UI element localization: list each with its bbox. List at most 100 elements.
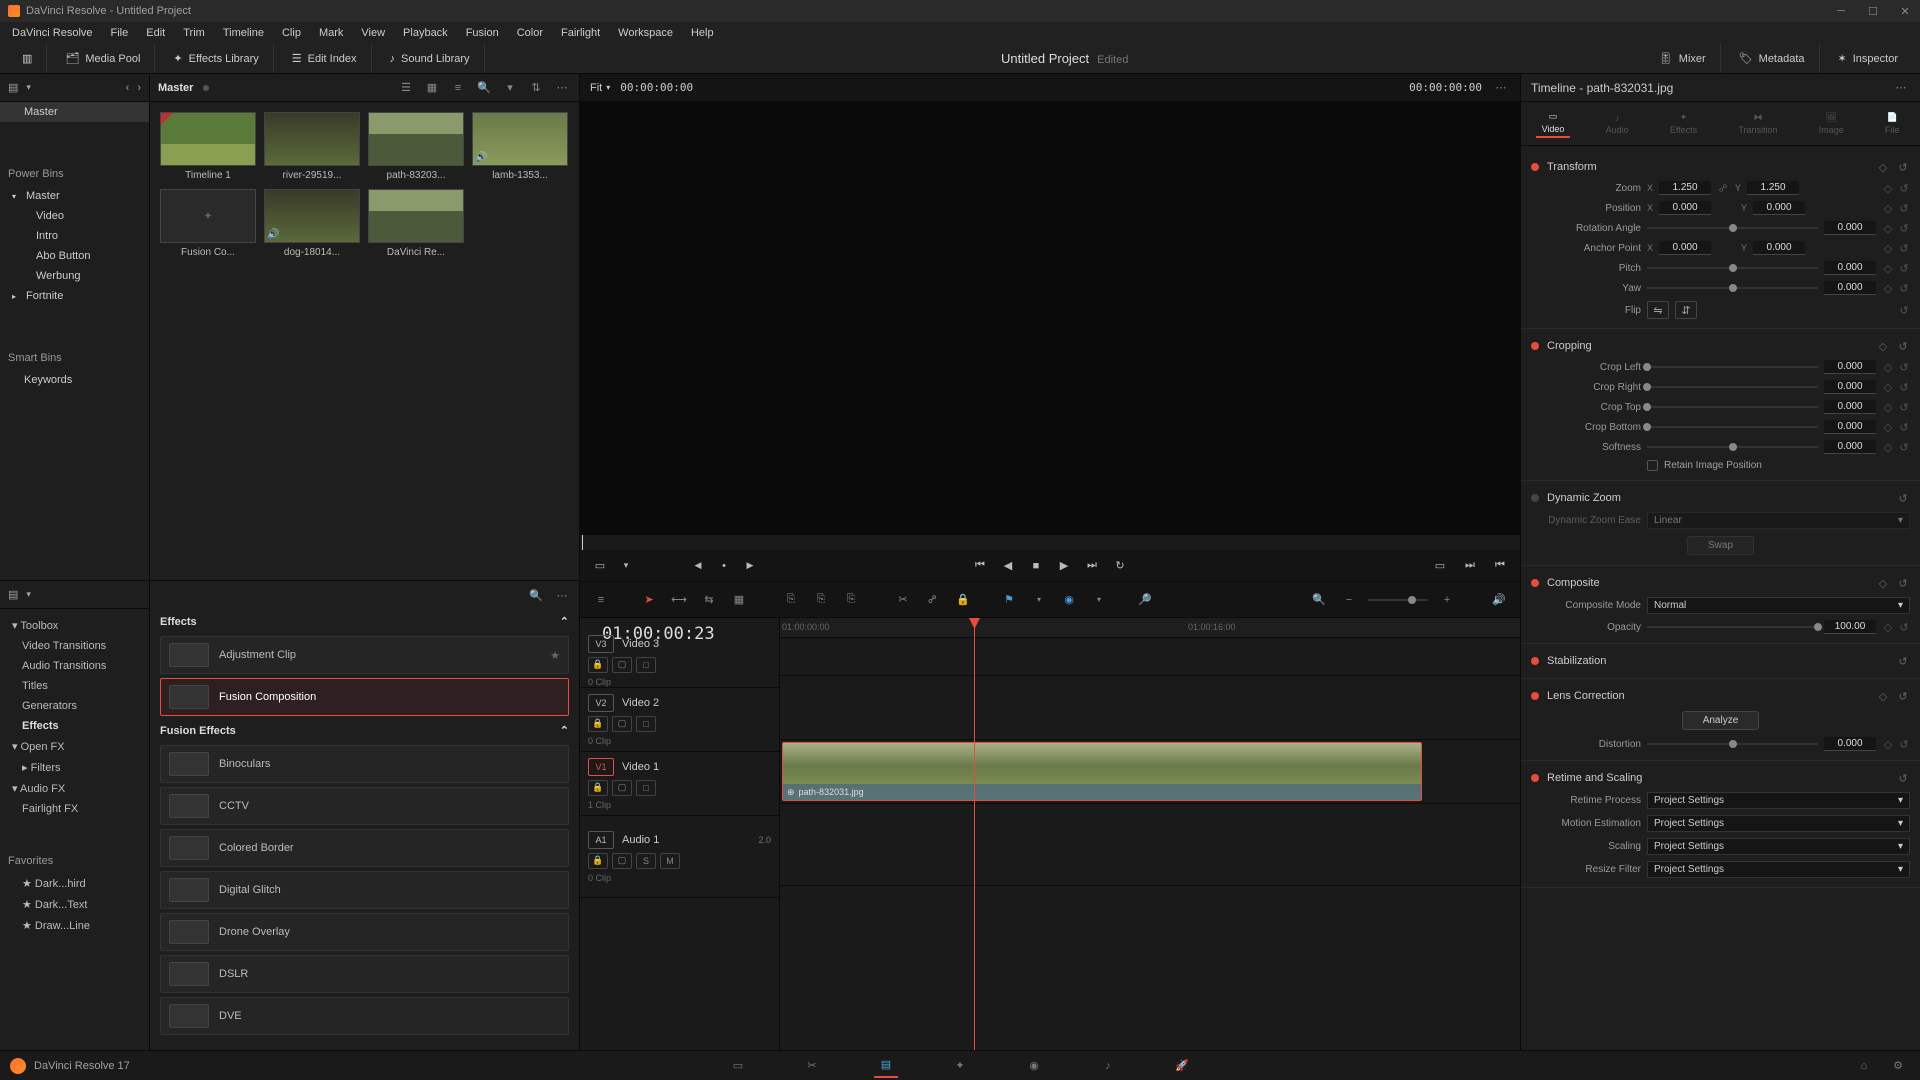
crop-top-value[interactable]: 0.000 (1824, 400, 1876, 414)
crop-left-value[interactable]: 0.000 (1824, 360, 1876, 374)
media-item-davinci[interactable]: DaVinci Re... (368, 189, 464, 258)
effects-library-button[interactable]: ✦Effects Library (169, 50, 262, 67)
scaling-select[interactable]: Project Settings▾ (1647, 838, 1910, 855)
dynamic-trim-icon[interactable]: ⇆ (698, 589, 720, 611)
distortion-value[interactable]: 0.000 (1824, 737, 1876, 751)
media-item-river[interactable]: river-29519... (264, 112, 360, 181)
fx-binoculars[interactable]: Binoculars (160, 745, 569, 783)
fav-1[interactable]: ★ Dark...hird (0, 873, 149, 894)
crop-bottom-value[interactable]: 0.000 (1824, 420, 1876, 434)
enable-dot[interactable] (1531, 342, 1539, 350)
media-item-fusion[interactable]: ✦Fusion Co... (160, 189, 256, 258)
section-transform[interactable]: Transform (1547, 161, 1868, 173)
yaw-slider[interactable] (1647, 287, 1818, 289)
rotation-slider[interactable] (1647, 227, 1818, 229)
tab-file[interactable]: 📄File (1879, 110, 1906, 137)
cut-page-icon[interactable]: ✂ (800, 1054, 824, 1078)
edit-index-button[interactable]: ☰Edit Index (288, 50, 361, 67)
search-icon[interactable]: 🔍 (475, 79, 493, 97)
lock-icon[interactable]: 🔒 (588, 780, 608, 796)
fusion-page-icon[interactable]: ✦ (948, 1054, 972, 1078)
reset-icon[interactable]: ↺ (1898, 381, 1910, 393)
track-badge[interactable]: A1 (588, 831, 614, 849)
chevron-down-icon[interactable]: ▾ (26, 589, 31, 600)
fx-toolbox[interactable]: ▾ Toolbox (0, 615, 149, 636)
stop-icon[interactable]: ■ (1026, 556, 1046, 576)
reset-icon[interactable]: ↺ (1898, 738, 1910, 750)
fx-audio-transitions[interactable]: Audio Transitions (0, 656, 149, 676)
blade-tool-icon[interactable]: ▦ (728, 589, 750, 611)
media-pool-button[interactable]: 🗂Media Pool (61, 50, 144, 67)
fx-adjustment-clip[interactable]: Adjustment Clip★ (160, 636, 569, 674)
sort-icon[interactable]: ⇅ (527, 79, 545, 97)
bin-abo[interactable]: Abo Button (0, 246, 149, 266)
prev-frame-icon[interactable]: ◀ (998, 556, 1018, 576)
rotation-value[interactable]: 0.000 (1824, 221, 1876, 235)
tl-track-v3[interactable] (780, 638, 1520, 676)
opacity-slider[interactable] (1647, 626, 1818, 628)
bin-video[interactable]: Video (0, 206, 149, 226)
keyframe-icon[interactable]: ◇ (1876, 689, 1890, 703)
reset-icon[interactable]: ↺ (1896, 771, 1910, 785)
prev-icon[interactable]: ‹ (126, 82, 130, 94)
pos-x-value[interactable]: 0.000 (1659, 201, 1711, 215)
track-header-a1[interactable]: A1Audio 12.0 🔒▢SM 0 Clip (580, 816, 779, 898)
fx-cctv[interactable]: CCTV (160, 787, 569, 825)
menu-file[interactable]: File (103, 25, 137, 41)
reset-icon[interactable]: ↺ (1898, 304, 1910, 316)
find-icon[interactable]: 🔎 (1134, 589, 1156, 611)
keyframe-icon[interactable]: ◇ (1882, 242, 1894, 254)
section-composite[interactable]: Composite (1547, 577, 1868, 589)
reset-icon[interactable]: ↺ (1896, 160, 1910, 174)
fx-effects[interactable]: Effects (0, 716, 149, 736)
track-header-v2[interactable]: V2Video 2 🔒▢□ 0 Clip (580, 688, 779, 752)
tab-effects[interactable]: ✦Effects (1664, 110, 1703, 137)
tab-image[interactable]: 🖼Image (1813, 110, 1850, 137)
link-icon[interactable]: ⚯ (1715, 180, 1732, 197)
reset-icon[interactable]: ↺ (1898, 262, 1910, 274)
edit-page-icon[interactable]: ▤ (874, 1054, 898, 1078)
track-badge[interactable]: V3 (588, 635, 614, 653)
fav-2[interactable]: ★ Dark...Text (0, 894, 149, 915)
chevron-down-icon[interactable]: ▾ (26, 82, 31, 93)
timeline-ruler[interactable]: 01:00:00:00 01:00:16:00 (780, 618, 1520, 638)
reset-icon[interactable]: ↺ (1896, 689, 1910, 703)
disable-icon[interactable]: □ (636, 657, 656, 673)
reset-icon[interactable]: ↺ (1898, 401, 1910, 413)
tl-track-v2[interactable] (780, 676, 1520, 740)
menu-color[interactable]: Color (509, 25, 551, 41)
fx-more-icon[interactable]: ⋯ (553, 586, 571, 604)
fx-audiofx[interactable]: ▾ Audio FX (0, 778, 149, 799)
more-icon[interactable]: ⋯ (553, 79, 571, 97)
strip-view-icon[interactable]: ≡ (449, 79, 467, 97)
layout-presets-icon[interactable]: ▥ (18, 50, 36, 67)
chevron-down-icon[interactable]: ▾ (501, 79, 519, 97)
yaw-value[interactable]: 0.000 (1824, 281, 1876, 295)
motion-select[interactable]: Project Settings▾ (1647, 815, 1910, 832)
menu-trim[interactable]: Trim (175, 25, 213, 41)
tl-track-v1[interactable]: ⊕path-832031.jpg (780, 740, 1520, 804)
disable-icon[interactable]: □ (636, 716, 656, 732)
section-dynamic-zoom[interactable]: Dynamic Zoom (1547, 492, 1888, 504)
fx-dslr[interactable]: DSLR (160, 955, 569, 993)
menu-mark[interactable]: Mark (311, 25, 351, 41)
enable-dot[interactable] (1531, 163, 1539, 171)
reset-icon[interactable]: ↺ (1898, 621, 1910, 633)
swap-button[interactable]: Swap (1687, 536, 1754, 555)
menu-clip[interactable]: Clip (274, 25, 309, 41)
fx-drone-overlay[interactable]: Drone Overlay (160, 913, 569, 951)
play-icon[interactable]: ▶ (1054, 556, 1074, 576)
retain-checkbox[interactable] (1647, 460, 1658, 471)
lock-icon[interactable]: 🔒 (588, 853, 608, 869)
reset-icon[interactable]: ↺ (1898, 282, 1910, 294)
tl-track-a1[interactable] (780, 804, 1520, 886)
auto-select-icon[interactable]: ▢ (612, 716, 632, 732)
keyframe-icon[interactable]: ◇ (1876, 160, 1890, 174)
media-page-icon[interactable]: ▭ (726, 1054, 750, 1078)
zoom-out-icon[interactable]: − (1338, 589, 1360, 611)
enable-dot[interactable] (1531, 579, 1539, 587)
bin-power-master[interactable]: Master (0, 186, 149, 206)
metadata-button[interactable]: 🏷Metadata (1735, 50, 1809, 67)
track-badge[interactable]: V2 (588, 694, 614, 712)
bin-fortnite[interactable]: Fortnite (0, 286, 149, 306)
